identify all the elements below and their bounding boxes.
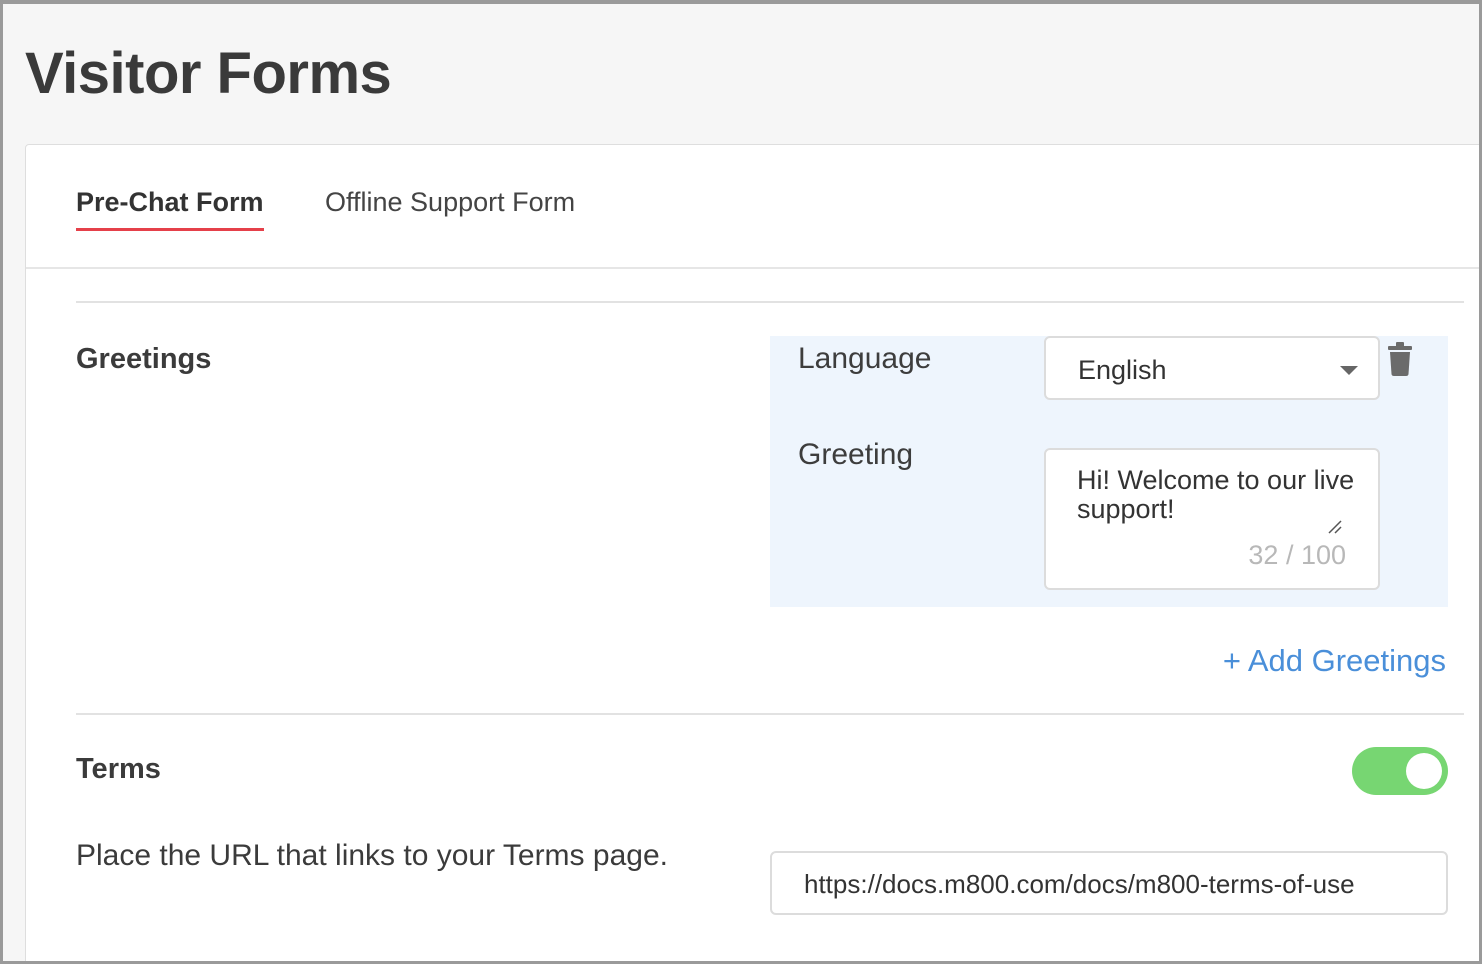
add-greetings-link[interactable]: + Add Greetings (1223, 643, 1446, 679)
character-counter: 32 / 100 (1248, 540, 1346, 570)
language-label: Language (798, 342, 932, 375)
greeting-text: Hi! Welcome to our live support! (1077, 465, 1355, 524)
page-title: Visitor Forms (25, 41, 392, 106)
greeting-textarea[interactable]: Hi! Welcome to our live support! 32 / 10… (1044, 448, 1380, 590)
terms-url-input[interactable]: https://docs.m800.com/docs/m800-terms-of… (770, 851, 1448, 915)
settings-card: Pre-Chat Form Offline Support Form Greet… (25, 144, 1479, 961)
terms-section-label: Terms (76, 753, 161, 785)
tab-offline-support-form[interactable]: Offline Support Form (325, 187, 575, 228)
section-divider (76, 713, 1464, 715)
terms-url-value: https://docs.m800.com/docs/m800-terms-of… (804, 869, 1355, 899)
terms-description: Place the URL that links to your Terms p… (76, 839, 668, 872)
window-frame: Visitor Forms Pre-Chat Form Offline Supp… (0, 0, 1482, 964)
trash-icon[interactable] (1388, 342, 1412, 376)
language-select[interactable]: English (1044, 336, 1380, 400)
greeting-label: Greeting (798, 438, 914, 471)
chevron-down-icon (1340, 366, 1358, 375)
greeting-entry-panel: Language English Greeting Hi! Welcome to… (770, 336, 1448, 607)
greetings-section-label: Greetings (76, 343, 212, 375)
section-divider (76, 301, 1464, 303)
resize-handle-icon[interactable] (1328, 520, 1342, 534)
toggle-knob (1406, 753, 1442, 789)
language-select-value: English (1078, 355, 1167, 385)
terms-toggle[interactable] (1352, 747, 1448, 795)
tab-pre-chat-form[interactable]: Pre-Chat Form (76, 187, 264, 231)
tab-bar: Pre-Chat Form Offline Support Form (26, 145, 1479, 269)
